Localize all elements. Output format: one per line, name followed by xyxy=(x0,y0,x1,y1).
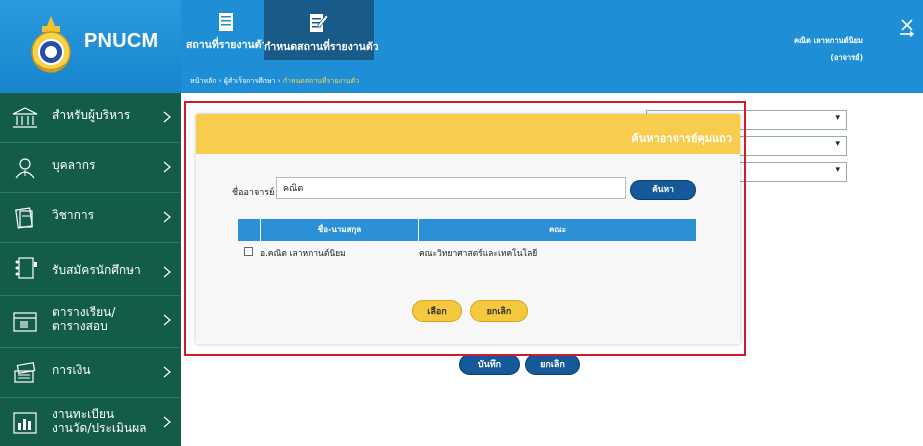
chevron-down-icon: ▾ xyxy=(835,139,840,149)
chevron-down-icon: ▾ xyxy=(835,113,840,123)
sidebar-item-label: งานทะเบียน งานวัด/ประเมินผล xyxy=(52,407,146,435)
document-edit-icon xyxy=(310,14,329,32)
binder-icon xyxy=(15,257,37,279)
chevron-right-icon xyxy=(163,366,171,378)
sidebar-item-label-line1: ตารางเรียน/ xyxy=(52,305,116,319)
breadcrumb: หน้าหลัก › ผู้สำเร็จการศึกษา › กำหนดสถาน… xyxy=(190,76,359,87)
breadcrumb-separator: › xyxy=(216,77,224,85)
chevron-right-icon xyxy=(163,161,171,173)
logo-area[interactable]: PNUCM xyxy=(0,0,181,93)
breadcrumb-graduates[interactable]: ผู้สำเร็จการศึกษา xyxy=(224,77,276,85)
sidebar-item-registration[interactable]: งานทะเบียน งานวัด/ประเมินผล xyxy=(0,398,181,446)
sidebar-item-label: รับสมัครนักศึกษา xyxy=(52,263,141,277)
logo-text: PNUCM xyxy=(84,30,159,52)
chevron-right-icon xyxy=(163,111,171,123)
person-icon xyxy=(15,158,35,179)
calendar-icon xyxy=(13,312,37,332)
sidebar-item-label: วิชาการ xyxy=(52,208,95,222)
book-icon xyxy=(15,207,33,229)
nav-define-report-location[interactable]: กำหนดสถานที่รายงานตัว xyxy=(264,0,379,60)
document-list-icon xyxy=(219,13,233,31)
app-window: PNUCM สถานที่รายงานตัว กำหนดสถานที่รายงา… xyxy=(0,0,923,446)
nav-define-report-location-label: กำหนดสถานที่รายงานตัว xyxy=(264,41,379,53)
form-cancel-button[interactable]: ยกเลิก xyxy=(525,354,580,375)
sidebar-item-finance[interactable]: การเงิน xyxy=(0,348,181,398)
breadcrumb-home[interactable]: หน้าหลัก xyxy=(190,77,216,85)
sidebar-item-admissions[interactable]: รับสมัครนักศึกษา xyxy=(0,243,181,296)
sidebar-item-label: บุคลากร xyxy=(52,158,96,172)
breadcrumb-separator: › xyxy=(275,77,283,85)
chevron-right-icon xyxy=(163,211,171,223)
user-name: คณิต เลาหกานต์นิยม xyxy=(794,36,863,45)
sidebar-item-academic[interactable]: วิชาการ xyxy=(0,193,181,243)
sidebar-item-label-line2: ตารางสอบ xyxy=(52,319,108,333)
user-role: (อาจารย์) xyxy=(830,53,863,62)
building-icon xyxy=(12,107,38,128)
logout-icon[interactable] xyxy=(899,18,915,38)
chevron-right-icon xyxy=(163,416,171,428)
breadcrumb-current: กำหนดสถานที่รายงานตัว xyxy=(282,77,360,85)
sidebar-item-personnel[interactable]: บุคลากร xyxy=(0,143,181,193)
chevron-right-icon xyxy=(163,266,171,278)
sidebar-item-label-line1: งานทะเบียน xyxy=(52,407,115,421)
sidebar-item-label: ตารางเรียน/ตารางสอบ xyxy=(52,305,115,333)
chart-icon xyxy=(13,412,37,434)
sidebar: สำหรับผู้บริหาร บุคลากร วิชาการ รับสมัคร… xyxy=(0,93,181,446)
highlight-frame xyxy=(184,101,746,356)
nav-report-location[interactable]: สถานที่รายงานตัว xyxy=(186,10,267,51)
save-button[interactable]: บันทึก xyxy=(459,354,520,375)
chevron-down-icon: ▾ xyxy=(835,165,840,175)
nav-report-location-label: สถานที่รายงานตัว xyxy=(186,39,268,51)
money-icon xyxy=(14,361,36,383)
university-emblem-icon xyxy=(31,16,71,73)
sidebar-item-label: การเงิน xyxy=(52,363,91,377)
chevron-right-icon xyxy=(163,314,171,326)
top-header: PNUCM สถานที่รายงานตัว กำหนดสถานที่รายงา… xyxy=(0,0,923,93)
sidebar-item-timetable[interactable]: ตารางเรียน/ตารางสอบ xyxy=(0,296,181,348)
sidebar-item-executives[interactable]: สำหรับผู้บริหาร xyxy=(0,93,181,143)
sidebar-item-label: สำหรับผู้บริหาร xyxy=(52,108,131,122)
sidebar-item-label-line2: งานวัด/ประเมินผล xyxy=(52,421,147,435)
